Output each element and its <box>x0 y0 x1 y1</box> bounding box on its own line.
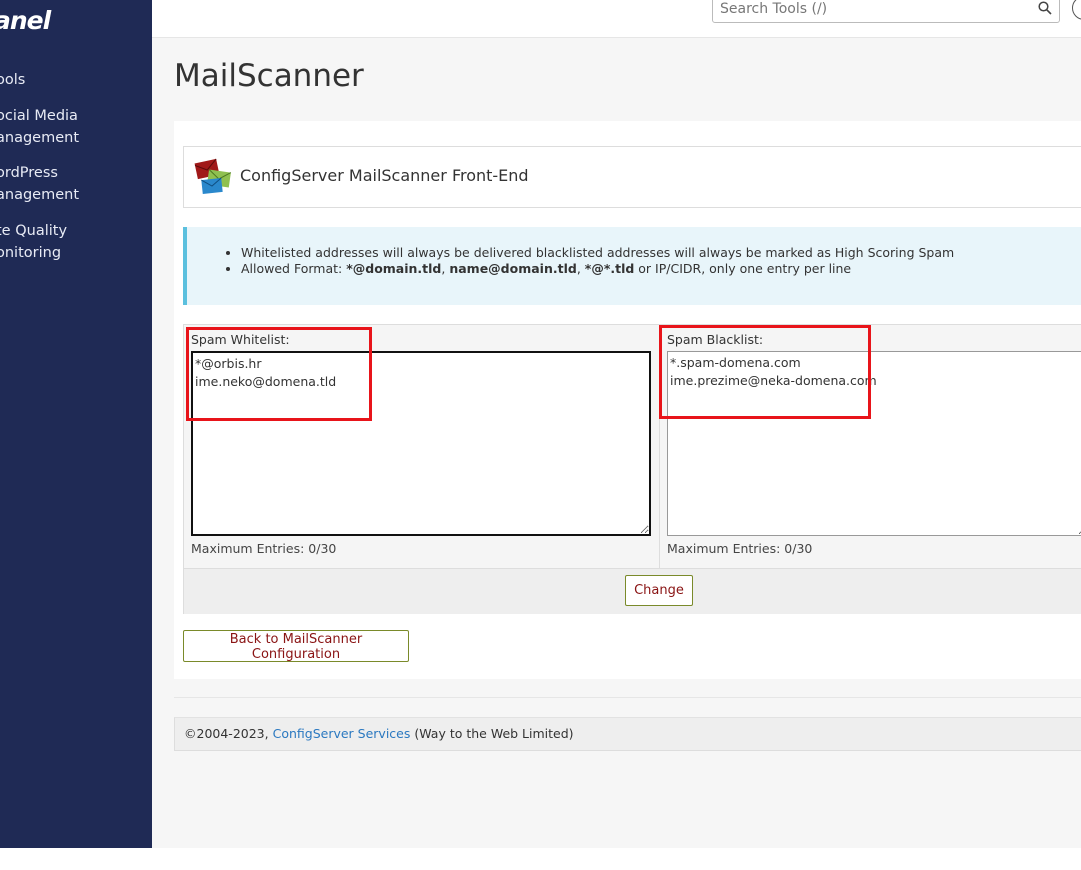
sidebar-item-label: ordPress <box>0 165 58 181</box>
info-text: Whitelisted addresses will always be del… <box>241 245 955 260</box>
search-box <box>712 0 1060 23</box>
form-actions: Change <box>184 568 1081 614</box>
page-title: MailScanner <box>174 58 364 94</box>
footer: ©2004-2023, ConfigServer Services (Way t… <box>174 717 1081 751</box>
sidebar-item-site-quality-monitoring[interactable]: te Quality onitoring <box>0 220 67 264</box>
top-header <box>152 0 1081 38</box>
info-item-whitelist-note: Whitelisted addresses will always be del… <box>241 245 954 261</box>
app-header: ConfigServer MailScanner Front-End <box>183 146 1081 208</box>
whitelist-textarea[interactable] <box>191 351 651 536</box>
format-example: name@domain.tld <box>449 261 577 276</box>
change-button[interactable]: Change <box>625 575 693 606</box>
mailscanner-envelopes-icon <box>194 158 232 195</box>
sidebar-item-social-media-management[interactable]: ocial Media anagement <box>0 105 79 149</box>
blacklist-label: Spam Blacklist: <box>667 332 764 347</box>
format-example: *@*.tld <box>584 261 635 276</box>
copyright-text: ©2004-2023, <box>184 726 273 741</box>
configserver-link[interactable]: ConfigServer Services <box>273 726 411 741</box>
info-text: or IP/CIDR, only one entry per line <box>634 261 852 276</box>
sidebar-item-label: ools <box>0 72 26 88</box>
whitelist-label: Spam Whitelist: <box>191 332 290 347</box>
back-to-configuration-button[interactable]: Back to MailScanner Configuration <box>183 630 409 662</box>
sidebar-item-wordpress-management[interactable]: ordPress anagement <box>0 162 79 206</box>
sidebar-item-label: anagement <box>0 187 80 203</box>
blacklist-column: Spam Blacklist: Maximum Entries: 0/30 <box>660 325 1081 568</box>
main-area: MailScanner ConfigServer MailScanner Fro… <box>152 38 1081 848</box>
info-alert: Whitelisted addresses will always be del… <box>183 227 1081 305</box>
user-menu-icon[interactable] <box>1072 0 1081 20</box>
content-panel: ConfigServer MailScanner Front-End White… <box>174 121 1081 679</box>
company-text: (Way to the Web Limited) <box>410 726 574 741</box>
sidebar-item-tools[interactable]: ools <box>0 69 25 91</box>
cpanel-logo[interactable]: anel <box>0 6 51 35</box>
info-text: Allowed Format: <box>241 261 347 276</box>
sidebar-item-label: ocial Media <box>0 108 78 124</box>
footer-divider <box>174 697 1081 698</box>
format-example: *@domain.tld <box>346 261 442 276</box>
sidebar-item-label: anagement <box>0 130 80 146</box>
whitelist-max-entries: Maximum Entries: 0/30 <box>191 541 337 556</box>
search-input[interactable] <box>720 1 1020 17</box>
footer-text: ©2004-2023, ConfigServer Services (Way t… <box>184 726 574 741</box>
blacklist-textarea[interactable] <box>667 351 1081 536</box>
whitelist-column: Spam Whitelist: Maximum Entries: 0/30 <box>184 325 660 568</box>
search-icon[interactable] <box>1038 1 1052 15</box>
info-list: Whitelisted addresses will always be del… <box>187 245 954 277</box>
info-separator: , <box>576 261 585 276</box>
blacklist-max-entries: Maximum Entries: 0/30 <box>667 541 813 556</box>
sidebar-item-label: onitoring <box>0 245 62 261</box>
sidebar: anel ools ocial Media anagement ordPress… <box>0 0 152 848</box>
bottom-strip <box>0 848 1081 870</box>
app-name: ConfigServer MailScanner Front-End <box>240 166 529 185</box>
info-item-allowed-format: Allowed Format: *@domain.tld, name@domai… <box>241 261 954 277</box>
sidebar-item-label: te Quality <box>0 223 68 239</box>
lists-panel: Spam Whitelist: Maximum Entries: 0/30 Sp… <box>183 324 1081 614</box>
